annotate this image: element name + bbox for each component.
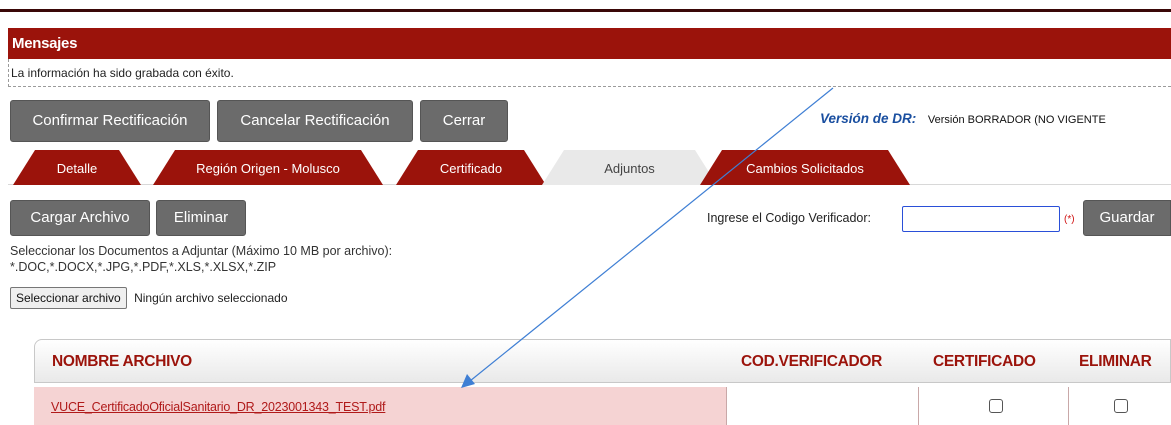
column-header-certificado: CERTIFICADO (933, 353, 1036, 370)
certificado-checkbox[interactable] (989, 399, 1003, 413)
eliminar-cell (1068, 387, 1171, 425)
file-picker: Seleccionar archivo Ningún archivo selec… (10, 285, 288, 309)
upload-file-button[interactable]: Cargar Archivo (10, 200, 150, 236)
cancel-rectification-label: Cancelar Rectificación (240, 112, 390, 129)
column-header-eliminar: ELIMINAR (1079, 353, 1152, 370)
tab-region-origen[interactable]: Región Origen - Molusco (153, 150, 383, 185)
close-label: Cerrar (442, 112, 486, 129)
tab-detalle[interactable]: Detalle (13, 150, 141, 185)
required-mark: (*) (1064, 214, 1075, 225)
verifier-code-input[interactable] (902, 206, 1060, 232)
table-row: VUCE_CertificadoOficialSanitario_DR_2023… (34, 387, 1171, 425)
version-label: Versión de DR: (820, 111, 917, 126)
upload-file-label: Cargar Archivo (30, 209, 130, 226)
certificado-cell (918, 387, 1068, 425)
select-file-button[interactable]: Seleccionar archivo (10, 286, 127, 309)
messages-title: Mensajes (8, 28, 1171, 59)
delete-label: Eliminar (173, 209, 229, 226)
save-button[interactable]: Guardar (1083, 200, 1171, 236)
verifier-code-label: Ingrese el Codigo Verificador: (707, 211, 871, 225)
upload-instructions-line1: Seleccionar los Documentos a Adjuntar (M… (10, 244, 393, 258)
confirm-rectification-button[interactable]: Confirmar Rectificación (10, 100, 210, 142)
delete-button[interactable]: Eliminar (156, 200, 246, 236)
attachments-grid-header: NOMBRE ARCHIVO COD.VERIFICADOR CERTIFICA… (34, 339, 1171, 383)
column-header-verifier: COD.VERIFICADOR (741, 353, 883, 370)
top-strip (0, 0, 1171, 12)
file-name-cell: VUCE_CertificadoOficialSanitario_DR_2023… (34, 387, 726, 425)
verifier-cell (726, 387, 918, 425)
upload-allowed-types: *.DOC,*.DOCX,*.JPG,*.PDF,*.XLS,*.XLSX,*.… (10, 260, 277, 274)
file-status: Ningún archivo seleccionado (134, 290, 288, 305)
tab-cambios-solicitados[interactable]: Cambios Solicitados (700, 150, 910, 185)
close-button[interactable]: Cerrar (420, 100, 508, 142)
version-value: Versión BORRADOR (NO VIGENTE (927, 114, 1106, 126)
tab-adjuntos[interactable]: Adjuntos (542, 150, 717, 185)
cancel-rectification-button[interactable]: Cancelar Rectificación (217, 100, 413, 142)
confirm-rectification-label: Confirmar Rectificación (32, 112, 188, 129)
file-download-link[interactable]: VUCE_CertificadoOficialSanitario_DR_2023… (51, 400, 386, 414)
upload-instructions: Seleccionar los Documentos a Adjuntar (M… (10, 243, 392, 275)
save-label: Guardar (1099, 209, 1155, 226)
tab-certificado[interactable]: Certificado (396, 150, 546, 185)
version-info: Versión de DR: Versión BORRADOR (NO VIGE… (820, 111, 1106, 126)
eliminar-checkbox[interactable] (1114, 399, 1128, 413)
messages-text: La información ha sido grabada con éxito… (8, 59, 1171, 87)
column-header-file-name: NOMBRE ARCHIVO (52, 353, 192, 370)
